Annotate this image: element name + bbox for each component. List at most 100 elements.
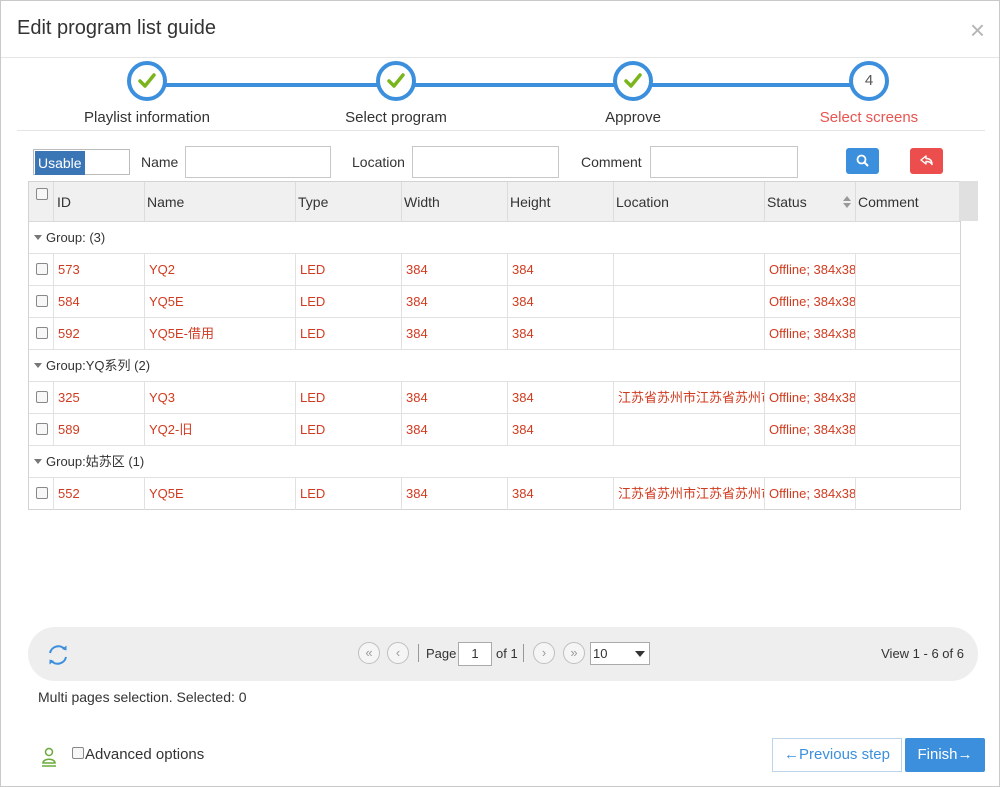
page-count-label: of 1 — [496, 646, 518, 661]
cell-width: 384 — [402, 286, 508, 318]
cell-height: 384 — [508, 478, 614, 510]
check-icon — [138, 73, 156, 88]
column-header-status-label: Status — [767, 194, 807, 210]
multi-selection-status: Multi pages selection. Selected: 0 — [38, 689, 247, 705]
column-header-comment[interactable]: Comment — [856, 182, 960, 222]
search-button[interactable] — [846, 148, 879, 174]
user-icon — [42, 747, 56, 767]
row-checkbox[interactable] — [36, 327, 48, 339]
cell-comment — [856, 318, 960, 350]
cell-height: 384 — [508, 286, 614, 318]
column-header-status[interactable]: Status — [765, 182, 856, 222]
cell-height: 384 — [508, 254, 614, 286]
wizard-step-2[interactable] — [376, 61, 416, 101]
group-row[interactable]: Group: (3) — [29, 222, 960, 254]
name-label: Name — [141, 154, 179, 170]
caret-down-icon — [635, 651, 645, 657]
table-row[interactable]: 325 YQ3 LED 384 384 江苏省苏州市江苏省苏州市 Offline… — [29, 382, 960, 414]
group-row[interactable]: Group:YQ系列 (2) — [29, 350, 960, 382]
cell-width: 384 — [402, 254, 508, 286]
select-all-checkbox[interactable] — [36, 188, 48, 200]
column-header-height[interactable]: Height — [508, 182, 614, 222]
chevron-left-icon: ‹ — [395, 645, 401, 660]
column-header-width[interactable]: Width — [402, 182, 508, 222]
cell-location — [614, 254, 765, 286]
wizard-step-1[interactable] — [127, 61, 167, 101]
row-checkbox[interactable] — [36, 295, 48, 307]
cell-type: LED — [296, 254, 402, 286]
dialog-title: Edit program list guide — [17, 17, 216, 39]
grid-scrollbar[interactable] — [959, 181, 978, 221]
group-row[interactable]: Group:姑苏区 (1) — [29, 446, 960, 478]
cell-id: 592 — [54, 318, 145, 350]
reset-button[interactable] — [910, 148, 943, 174]
location-input[interactable] — [412, 146, 559, 178]
name-input[interactable] — [185, 146, 331, 178]
row-select-cell — [29, 382, 54, 414]
column-header-type[interactable]: Type — [296, 182, 402, 222]
page-size-select[interactable]: 10 — [590, 642, 650, 665]
refresh-button[interactable] — [44, 641, 72, 674]
wizard-step-3[interactable] — [613, 61, 653, 101]
first-page-button[interactable]: « — [358, 642, 380, 664]
table-row[interactable]: 573 YQ2 LED 384 384 Offline; 384x38 — [29, 254, 960, 286]
chevron-right-icon: › — [541, 645, 547, 660]
group-label: Group: (3) — [46, 230, 106, 245]
close-icon[interactable]: × — [970, 17, 985, 43]
prev-page-button[interactable]: ‹ — [387, 642, 409, 664]
cell-id: 552 — [54, 478, 145, 510]
comment-input[interactable] — [650, 146, 798, 178]
row-select-cell — [29, 286, 54, 318]
cell-comment — [856, 478, 960, 510]
cell-width: 384 — [402, 414, 508, 446]
sort-icon — [843, 196, 851, 208]
cell-id: 589 — [54, 414, 145, 446]
check-icon — [624, 73, 642, 88]
header-divider — [1, 57, 999, 58]
reset-icon — [920, 155, 933, 166]
wizard-step-4[interactable]: 4 — [849, 61, 889, 101]
collapse-icon[interactable] — [34, 363, 42, 368]
pager: « ‹ Page 1 of 1 › » 10 View 1 - 6 of 6 — [28, 627, 978, 681]
row-checkbox[interactable] — [36, 391, 48, 403]
advanced-options-icon — [41, 746, 57, 773]
finish-button[interactable]: Finish→ — [905, 738, 985, 772]
group-label: Group:YQ系列 (2) — [46, 358, 151, 373]
filter-bar: Usable Name Location Comment — [1, 146, 1000, 178]
table-row[interactable]: 589 YQ2-旧 LED 384 384 Offline; 384x38 — [29, 414, 960, 446]
search-icon — [856, 154, 869, 167]
cell-height: 384 — [508, 318, 614, 350]
row-select-cell — [29, 478, 54, 510]
last-page-button[interactable]: » — [563, 642, 585, 664]
previous-step-button[interactable]: ←Previous step — [772, 738, 902, 772]
row-checkbox[interactable] — [36, 487, 48, 499]
collapse-icon[interactable] — [34, 235, 42, 240]
wizard-label-select-screens: Select screens — [819, 109, 919, 126]
page-size-value: 10 — [593, 646, 608, 661]
cell-name: YQ5E — [145, 286, 296, 318]
cell-width: 384 — [402, 478, 508, 510]
table-row[interactable]: 584 YQ5E LED 384 384 Offline; 384x38 — [29, 286, 960, 318]
cell-location — [614, 318, 765, 350]
column-header-name[interactable]: Name — [145, 182, 296, 222]
cell-height: 384 — [508, 414, 614, 446]
cell-name: YQ3 — [145, 382, 296, 414]
page-number-input[interactable]: 1 — [458, 642, 492, 666]
cell-location — [614, 286, 765, 318]
cell-width: 384 — [402, 318, 508, 350]
table-row[interactable]: 592 YQ5E-借用 LED 384 384 Offline; 384x38 — [29, 318, 960, 350]
status-select[interactable]: Usable — [33, 149, 130, 175]
column-header-id[interactable]: ID — [54, 182, 145, 222]
collapse-icon[interactable] — [34, 459, 42, 464]
wizard-label-approve: Approve — [605, 109, 661, 126]
column-header-location[interactable]: Location — [614, 182, 765, 222]
row-checkbox[interactable] — [36, 263, 48, 275]
row-checkbox[interactable] — [36, 423, 48, 435]
next-page-button[interactable]: › — [533, 642, 555, 664]
location-label: Location — [352, 154, 405, 170]
table-row[interactable]: 552 YQ5E LED 384 384 江苏省苏州市江苏省苏州市 Offlin… — [29, 478, 960, 510]
cell-type: LED — [296, 382, 402, 414]
edit-program-list-dialog: Edit program list guide × 4 Playlist inf… — [0, 0, 1000, 787]
advanced-options-checkbox[interactable] — [72, 747, 84, 759]
cell-id: 573 — [54, 254, 145, 286]
